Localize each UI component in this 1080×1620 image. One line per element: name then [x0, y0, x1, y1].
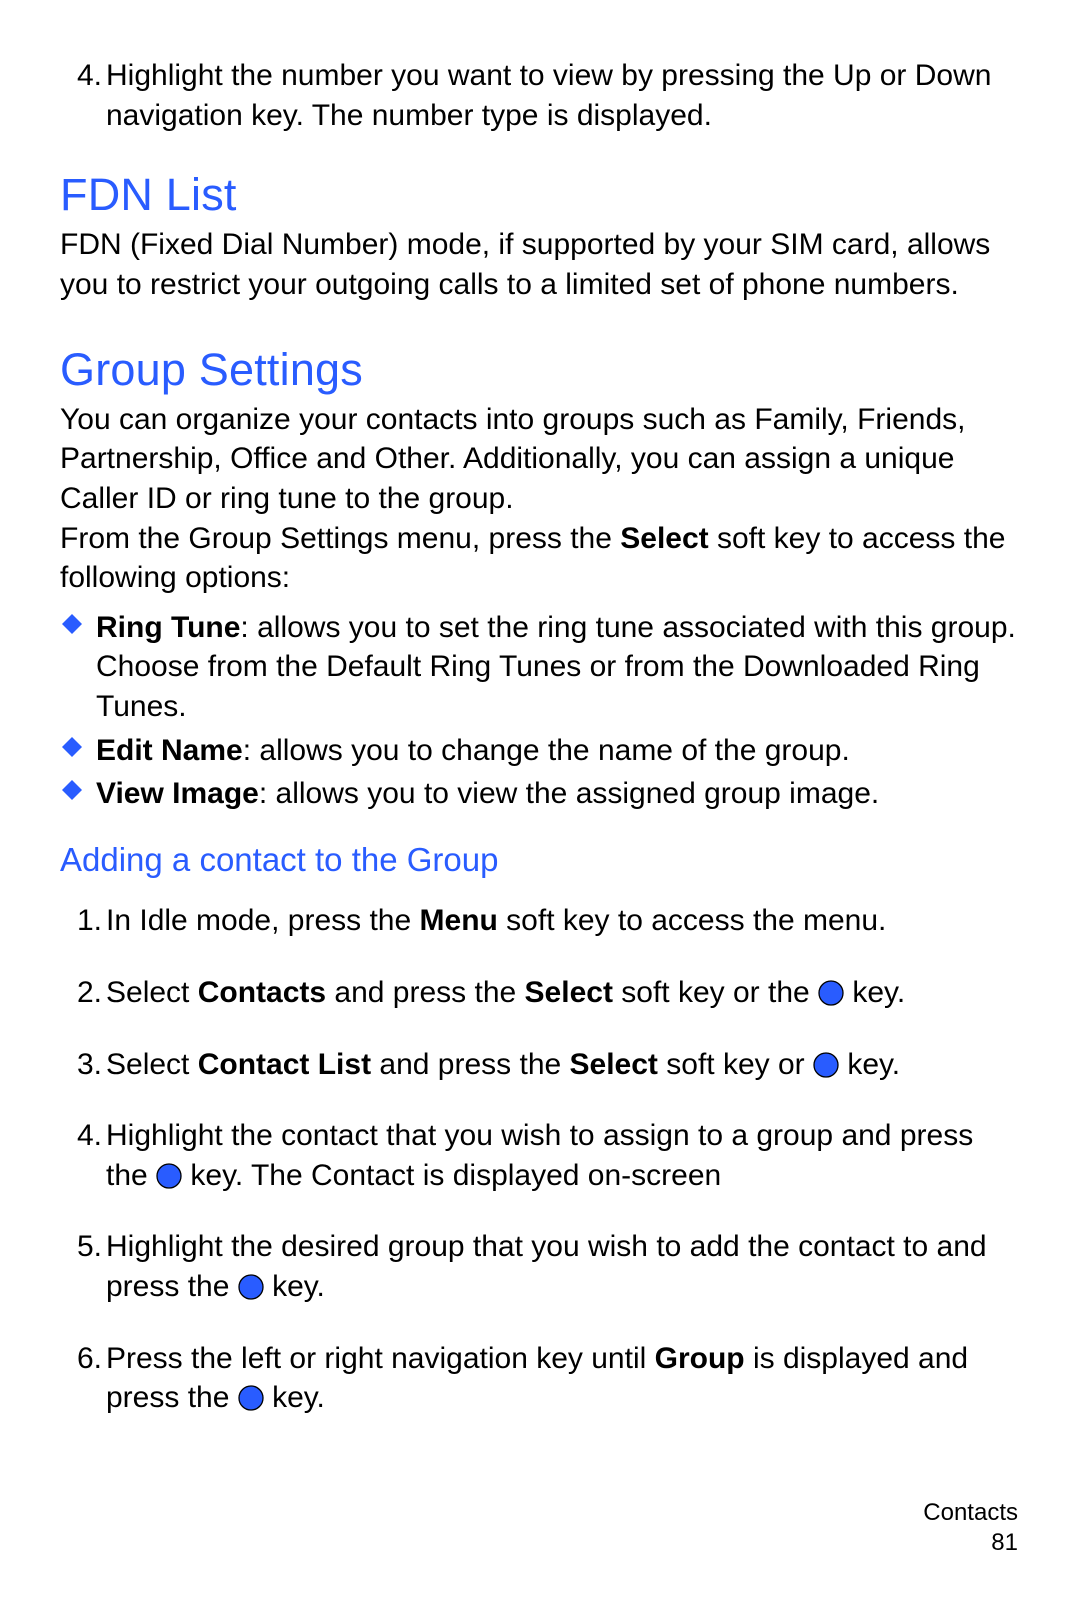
option-ring-tune: Ring Tune: allows you to set the ring tu…	[96, 608, 1020, 727]
option-edit-name-label: Edit Name	[96, 734, 243, 767]
bold-contacts: Contacts	[198, 976, 326, 1009]
diamond-bullet-icon	[62, 780, 82, 800]
option-view-image-text: : allows you to view the assigned group …	[259, 777, 879, 810]
heading-fdn-list: FDN List	[60, 169, 1020, 221]
bold-menu: Menu	[420, 904, 498, 937]
page-footer: Contacts 81	[923, 1498, 1018, 1558]
manual-page: Highlight the number you want to view by…	[0, 0, 1080, 1620]
bold-contact-list: Contact List	[198, 1048, 371, 1081]
step-4-view-number: Highlight the number you want to view by…	[106, 56, 1020, 135]
group-options-list: Ring Tune: allows you to set the ring tu…	[60, 608, 1020, 814]
ok-key-icon	[238, 1274, 264, 1300]
prev-steps-list: Highlight the number you want to view by…	[60, 56, 1020, 135]
footer-page-number: 81	[923, 1528, 1018, 1558]
ok-key-icon	[818, 980, 844, 1006]
subheading-adding-contact: Adding a contact to the Group	[60, 840, 1020, 880]
option-edit-name: Edit Name: allows you to change the name…	[96, 731, 1020, 771]
bold-select: Select	[570, 1048, 658, 1081]
group-description-1: You can organize your contacts into grou…	[60, 400, 1020, 519]
footer-section: Contacts	[923, 1498, 1018, 1528]
bold-group: Group	[655, 1342, 745, 1375]
bold-select: Select	[620, 522, 708, 555]
option-view-image-label: View Image	[96, 777, 259, 810]
diamond-bullet-icon	[62, 737, 82, 757]
adding-contact-steps: In Idle mode, press the Menu soft key to…	[60, 901, 1020, 1417]
fdn-description: FDN (Fixed Dial Number) mode, if support…	[60, 225, 1020, 304]
step-2: Select Contacts and press the Select sof…	[106, 973, 1020, 1013]
heading-group-settings: Group Settings	[60, 344, 1020, 396]
step-4-text: Highlight the number you want to view by…	[106, 59, 991, 132]
group-description-2: From the Group Settings menu, press the …	[60, 519, 1020, 598]
option-view-image: View Image: allows you to view the assig…	[96, 774, 1020, 814]
option-edit-name-text: : allows you to change the name of the g…	[243, 734, 850, 767]
ok-key-icon	[238, 1385, 264, 1411]
diamond-bullet-icon	[62, 614, 82, 634]
step-3: Select Contact List and press the Select…	[106, 1045, 1020, 1085]
ok-key-icon	[813, 1052, 839, 1078]
ok-key-icon	[156, 1163, 182, 1189]
step-5: Highlight the desired group that you wis…	[106, 1227, 1020, 1306]
bold-select: Select	[525, 976, 613, 1009]
step-6: Press the left or right navigation key u…	[106, 1339, 1020, 1418]
step-1: In Idle mode, press the Menu soft key to…	[106, 901, 1020, 941]
step-4: Highlight the contact that you wish to a…	[106, 1116, 1020, 1195]
option-ring-tune-label: Ring Tune	[96, 611, 240, 644]
